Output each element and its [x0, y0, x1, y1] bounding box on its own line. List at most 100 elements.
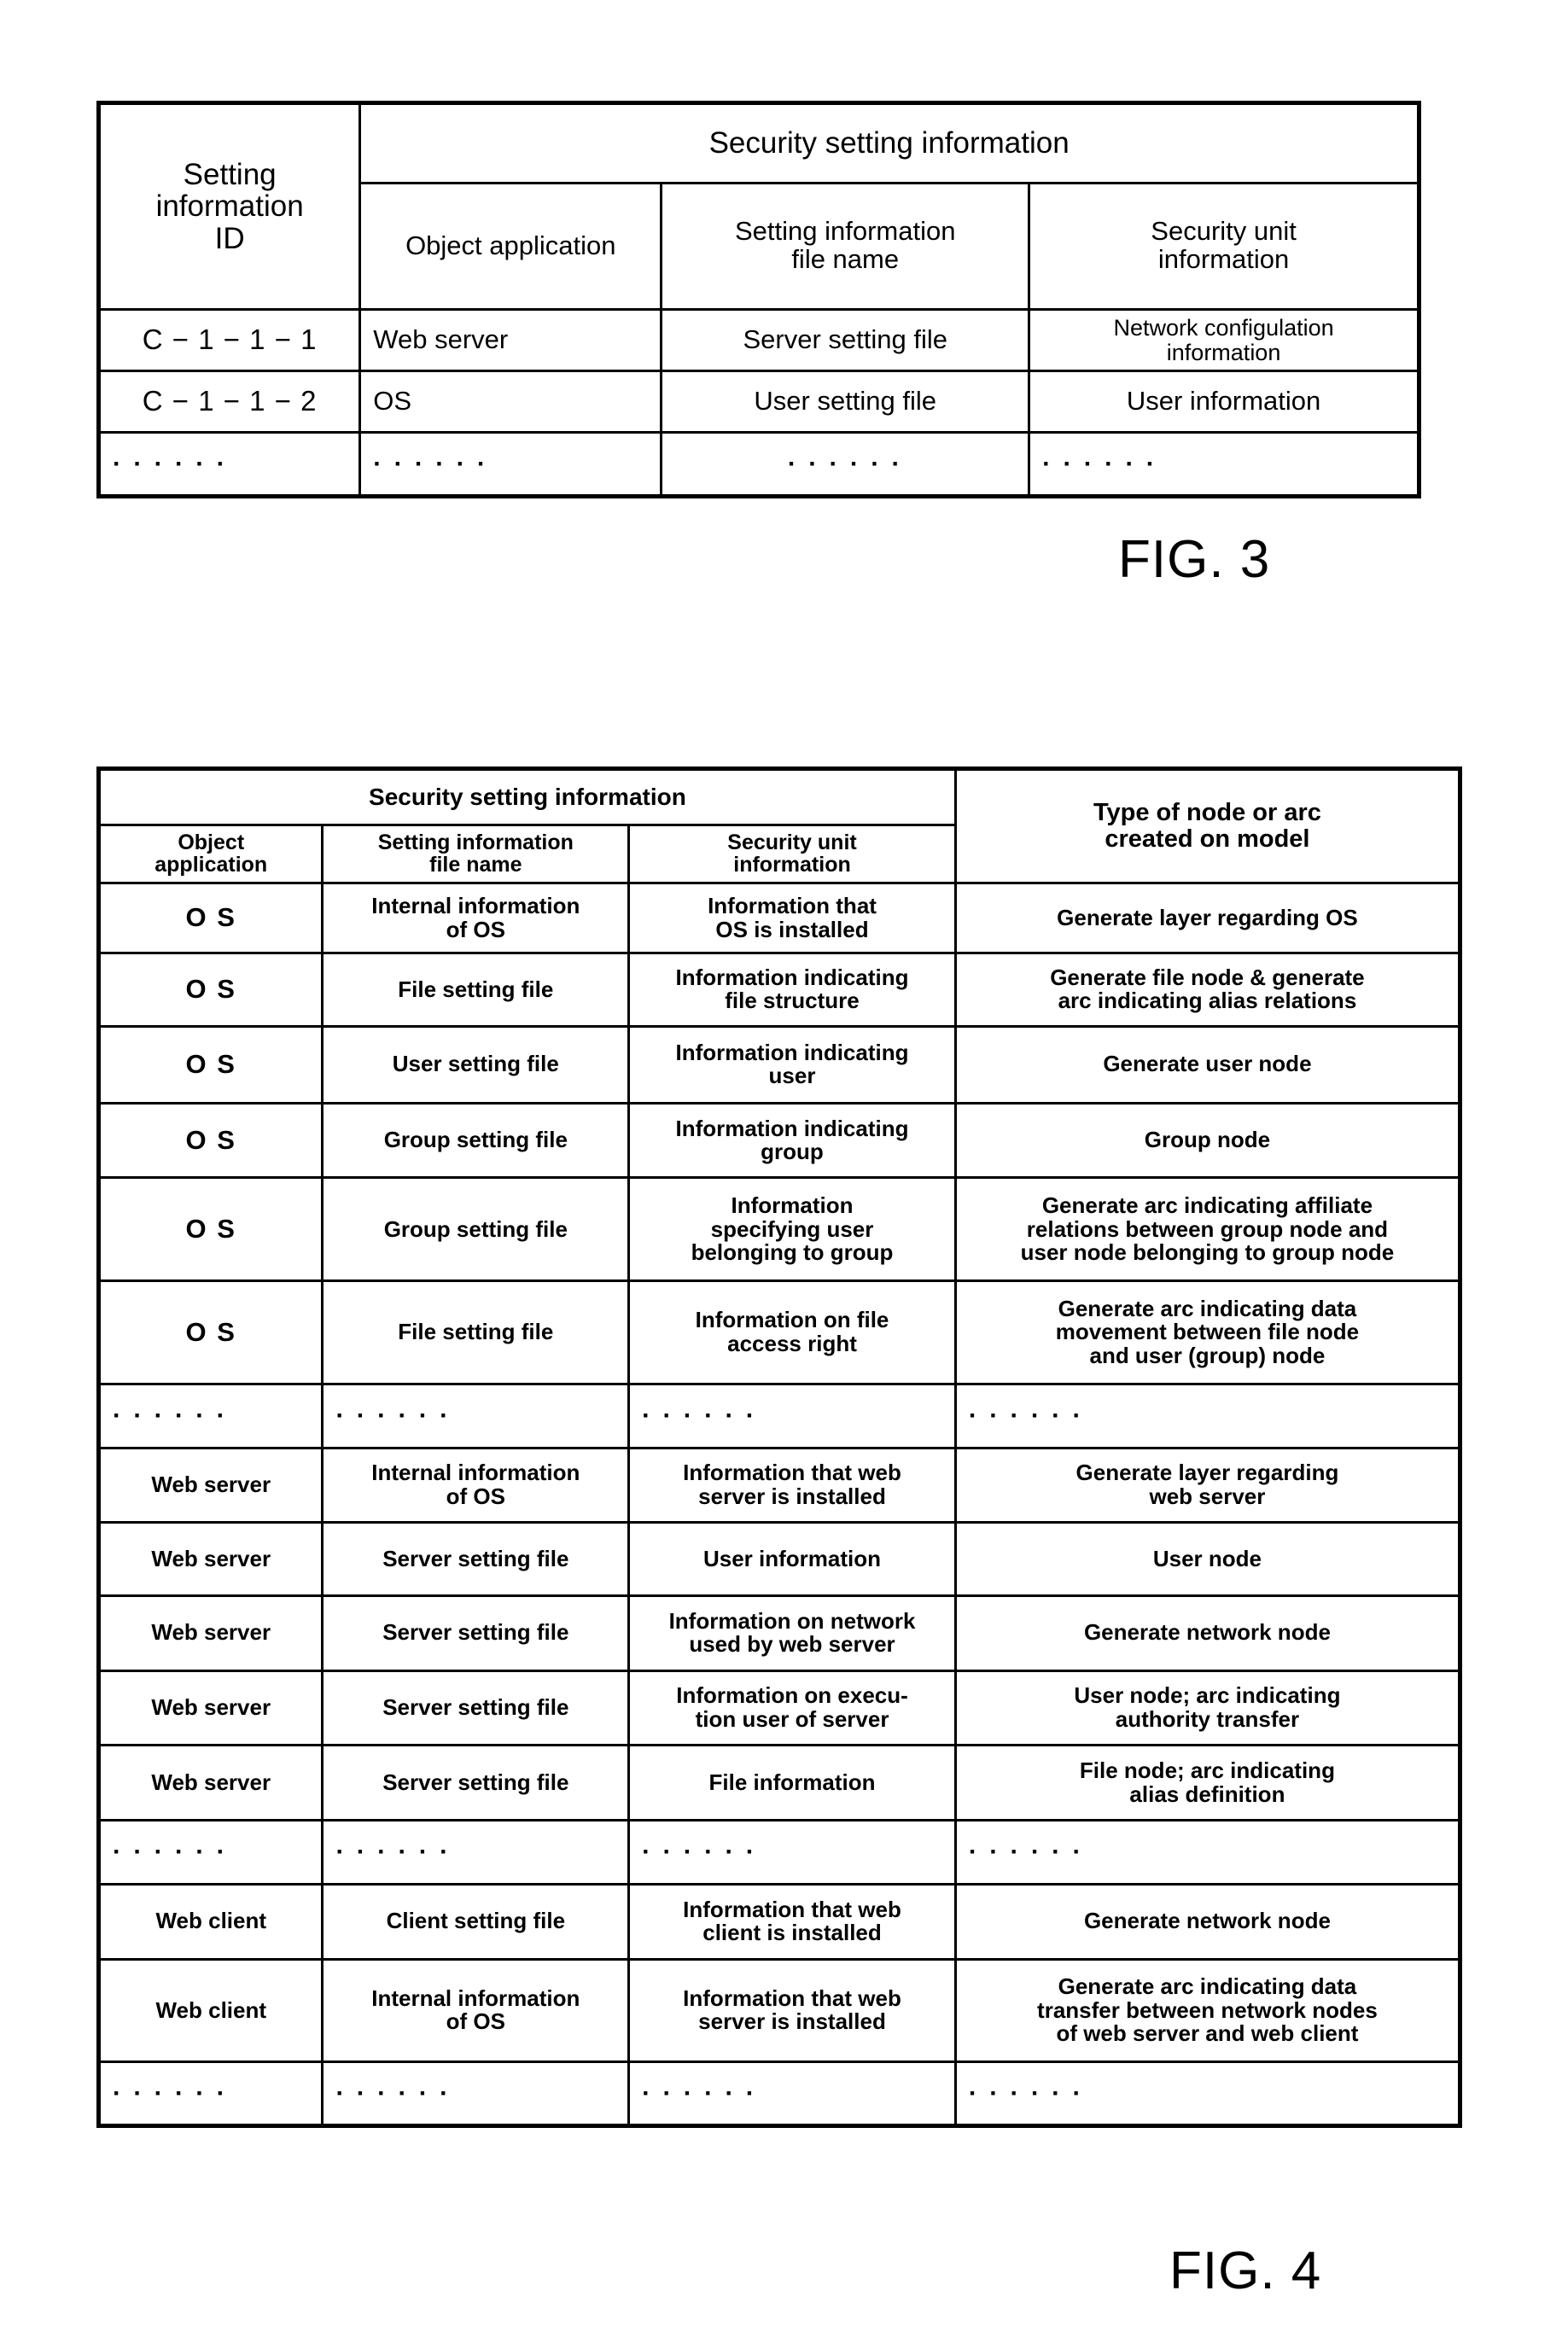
table-row: Web server Server setting file File info…: [96, 1744, 1462, 1822]
fig3-cell-file-name-ellipsis: · · · · · ·: [660, 431, 1031, 498]
ellipsis-dots: · · · · · ·: [335, 2078, 452, 2107]
ellipsis-dots: · · · · · ·: [642, 1401, 757, 1430]
fig4-cell-object-application: O S: [96, 1176, 324, 1283]
fig4-header-row-1: Security setting information Type of nod…: [97, 767, 1462, 884]
fig4-cell-node-type: File node; arc indicating alias definiti…: [953, 1744, 1462, 1822]
ellipsis-dots: · · · · · ·: [642, 2078, 757, 2107]
table-row: O S Group setting file Information indic…: [96, 1101, 1462, 1180]
fig4-cell-node-type: Generate arc indicating data transfer be…: [953, 1957, 1462, 2064]
table-row-ellipsis: · · · · · · · · · · · · · · · · · · · · …: [96, 1382, 1462, 1449]
table-row: C − 1 − 1 − 2 OS User setting file User …: [96, 370, 1420, 434]
ellipsis-dots: · · · · · ·: [968, 2078, 1084, 2107]
fig3-cell-id-ellipsis: · · · · · ·: [96, 431, 362, 498]
fig3-cell-id: C − 1 − 1 − 2: [96, 370, 362, 434]
fig4-cell-node-type-ellipsis: · · · · · ·: [953, 1382, 1462, 1449]
fig4-cell-security-unit-ellipsis: · · · · · ·: [627, 1382, 957, 1449]
fig4-cell-object-application-ellipsis: · · · · · ·: [96, 1819, 324, 1886]
fig4-cell-file-name: Server setting file: [321, 1669, 631, 1747]
table-row: O S File setting file Information indica…: [96, 952, 1462, 1028]
ellipsis-dots: · · · · · ·: [1042, 450, 1157, 479]
fig4-header-object-application: Object application: [96, 823, 324, 884]
fig3-header-row-1: Setting information ID Security setting …: [96, 102, 1420, 311]
fig4-cell-security-unit: Information that web server is installed: [627, 1957, 957, 2064]
fig4-cell-node-type: Generate layer regarding OS: [953, 881, 1462, 955]
fig4-cell-security-unit: Information on network used by web serve…: [627, 1594, 957, 1672]
fig4-cell-object-application-ellipsis: · · · · · ·: [96, 2060, 324, 2127]
fig4-node-arc-mapping-table: Security setting information Type of nod…: [96, 766, 1462, 2128]
ellipsis-dots: · · · · · ·: [787, 450, 903, 479]
table-row: O S Internal information of OS Informati…: [96, 881, 1462, 955]
fig4-cell-file-name: Internal information of OS: [321, 1957, 631, 2064]
fig3-cell-object-application: OS: [358, 370, 663, 434]
ellipsis-dots: · · · · · ·: [642, 1838, 757, 1866]
fig4-cell-file-name-ellipsis: · · · · · ·: [321, 1819, 631, 1886]
table-row: Web client Client setting file Informati…: [96, 1882, 1462, 1961]
fig4-cell-object-application: O S: [96, 1279, 324, 1385]
fig3-caption: FIG. 3: [1118, 530, 1271, 589]
fig3-cell-id: C − 1 − 1 − 1: [96, 308, 362, 372]
fig4-cell-security-unit: Information indicating file structure: [627, 952, 957, 1028]
fig3-security-setting-table: Setting information ID Security setting …: [96, 101, 1421, 498]
ellipsis-dots: · · · · · ·: [113, 2078, 228, 2107]
fig3-cell-file-name: Server setting file: [660, 308, 1031, 372]
fig3-header-object-application: Object application: [358, 181, 663, 312]
fig4-cell-node-type: Generate user node: [953, 1024, 1462, 1105]
fig4-cell-node-type: Generate arc indicating affiliate relati…: [953, 1176, 1462, 1283]
fig4-cell-file-name: Server setting file: [321, 1594, 631, 1672]
fig4-cell-node-type: Generate network node: [953, 1594, 1462, 1672]
table-row: Web server Server setting file Informati…: [96, 1669, 1462, 1747]
fig4-cell-node-type-ellipsis: · · · · · ·: [953, 2060, 1462, 2127]
table-row: Web client Internal information of OS In…: [96, 1957, 1462, 2064]
fig3-cell-security-unit: User information: [1028, 370, 1420, 434]
fig4-cell-file-name: Server setting file: [321, 1521, 631, 1597]
fig4-cell-security-unit: Information specifying user belonging to…: [627, 1176, 957, 1283]
fig4-cell-security-unit-ellipsis: · · · · · ·: [627, 1819, 957, 1886]
fig4-cell-security-unit: Information indicating group: [627, 1101, 957, 1180]
ellipsis-dots: · · · · · ·: [335, 1401, 452, 1430]
fig4-cell-file-name: Group setting file: [321, 1176, 631, 1283]
table-row: Web server Server setting file Informati…: [96, 1594, 1462, 1672]
fig3-cell-security-unit: Network configulation information: [1028, 308, 1420, 372]
fig3-cell-object-application: Web server: [358, 308, 663, 372]
fig4-cell-file-name: Server setting file: [321, 1744, 631, 1822]
fig4-cell-node-type: Generate network node: [953, 1882, 1462, 1961]
fig4-cell-file-name-ellipsis: · · · · · ·: [321, 1382, 631, 1449]
fig4-caption: FIG. 4: [1169, 2241, 1322, 2300]
table-row: O S User setting file Information indica…: [96, 1024, 1462, 1105]
fig4-cell-file-name-ellipsis: · · · · · ·: [321, 2060, 631, 2127]
fig4-cell-security-unit: File information: [627, 1744, 957, 1822]
ellipsis-dots: · · · · · ·: [113, 1838, 228, 1866]
ellipsis-dots: · · · · · ·: [113, 1401, 228, 1430]
ellipsis-dots: · · · · · ·: [373, 450, 488, 479]
table-row: Web server Internal information of OS In…: [96, 1446, 1462, 1524]
fig3-header-setting-information-file-name: Setting information file name: [660, 181, 1031, 312]
fig4-cell-object-application: Web server: [96, 1744, 324, 1822]
table-row-ellipsis: · · · · · · · · · · · · · · · · · · · · …: [96, 431, 1420, 498]
table-row: O S File setting file Information on fil…: [96, 1279, 1462, 1385]
fig4-cell-file-name: File setting file: [321, 952, 631, 1028]
ellipsis-dots: · · · · · ·: [968, 1401, 1084, 1430]
fig4-cell-security-unit: Information that web client is installed: [627, 1882, 957, 1961]
fig4-cell-object-application: Web client: [96, 1882, 324, 1961]
table-row: C − 1 − 1 − 1 Web server Server setting …: [96, 308, 1420, 372]
fig4-cell-security-unit: Information on execu- tion user of serve…: [627, 1669, 957, 1747]
fig4-cell-node-type: User node; arc indicating authority tran…: [953, 1669, 1462, 1747]
fig3-header-security-unit-information: Security unit information: [1028, 181, 1420, 312]
fig3-cell-security-unit-ellipsis: · · · · · ·: [1028, 431, 1420, 498]
fig4-cell-object-application: Web server: [96, 1446, 324, 1524]
fig4-cell-security-unit-ellipsis: · · · · · ·: [627, 2060, 957, 2127]
fig4-cell-node-type: Group node: [953, 1101, 1462, 1180]
fig4-header-security-unit-information: Security unit information: [627, 823, 957, 884]
fig4-cell-file-name: Internal information of OS: [321, 881, 631, 955]
fig4-cell-node-type-ellipsis: · · · · · ·: [953, 1819, 1462, 1886]
fig4-cell-security-unit: Information that web server is installed: [627, 1446, 957, 1524]
fig4-cell-node-type: Generate file node & generate arc indica…: [953, 952, 1462, 1028]
fig4-cell-object-application: Web server: [96, 1521, 324, 1597]
fig4-cell-node-type: Generate layer regarding web server: [953, 1446, 1462, 1524]
ellipsis-dots: · · · · · ·: [335, 1838, 452, 1866]
fig4-cell-object-application: Web server: [96, 1669, 324, 1747]
fig4-cell-security-unit: Information that OS is installed: [627, 881, 957, 955]
fig4-cell-node-type: Generate arc indicating data movement be…: [953, 1279, 1462, 1385]
fig4-cell-object-application: Web server: [96, 1594, 324, 1672]
fig3-header-security-setting-information: Security setting information: [358, 102, 1420, 184]
